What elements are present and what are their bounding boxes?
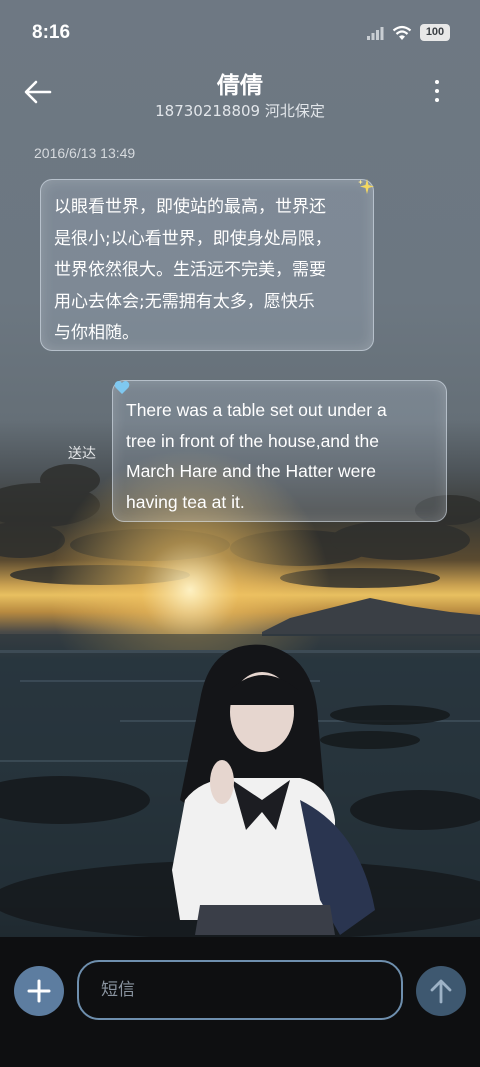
contact-phone-location: 18730218809 河北保定 [155,102,325,120]
incoming-message-bubble[interactable]: 以眼看世界，即使站的最高，世界还 是很小;以心看世界，即使身处局限， 世界依然很… [40,179,374,351]
message-line: There was a table set out under a [126,400,387,420]
status-time: 8:16 [32,22,71,43]
plus-icon [27,979,51,1003]
status-icons: 100 [366,24,450,41]
delivery-status: 送达 [68,446,96,462]
composer-bar [0,937,480,1067]
conversation-header: 倩倩 18730218809 河北保定 [0,62,480,128]
message-line: 世界依然很大。生活远不完美，需要 [54,260,326,280]
message-line: March Hare and the Hatter were [126,461,376,481]
wifi-icon [392,25,412,40]
status-bar: 8:16 100 [0,0,480,68]
message-line: 是很小;以心看世界，即使身处局限， [54,228,332,249]
sparkle-icon [358,179,374,194]
message-line: 以眼看世界，即使站的最高，世界还 [54,197,326,217]
message-input[interactable] [77,960,403,1020]
message-line: 用心去体会;无需拥有太多，愿快乐 [54,291,315,312]
signal-icon [367,26,384,40]
outgoing-message-bubble[interactable]: There was a table set out under a tree i… [112,380,447,522]
contact-name: 倩倩 [217,73,263,99]
more-options-button[interactable] [432,80,442,108]
message-line: tree in front of the house,and the [126,430,379,451]
message-line: 与你相随。 [54,323,139,343]
heart-icon [114,381,130,394]
message-timestamp: 2016/6/13 13:49 [34,145,136,161]
battery-icon: 100 [420,24,450,41]
more-vertical-icon [435,80,439,84]
arrow-up-icon [430,979,452,1004]
message-line: having tea at it. [126,491,245,512]
send-button[interactable] [416,966,466,1016]
add-attachment-button[interactable] [14,966,64,1016]
